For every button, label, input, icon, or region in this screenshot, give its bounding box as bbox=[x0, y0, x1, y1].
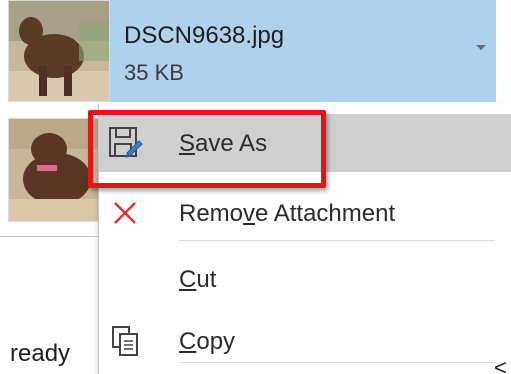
menu-item-cut[interactable]: Cut bbox=[99, 250, 511, 308]
save-as-icon bbox=[107, 125, 143, 161]
remove-x-icon bbox=[107, 195, 143, 231]
attachment-filename: DSCN9638.jpg bbox=[124, 22, 285, 49]
menu-item-remove-attachment[interactable]: Remove Attachment bbox=[99, 184, 511, 242]
attachment-item[interactable]: DSCN9638.jpg 35 KB bbox=[0, 0, 496, 102]
menu-separator bbox=[179, 240, 495, 241]
menu-item-label: Remove Attachment bbox=[179, 200, 396, 227]
attachment-size: 35 KB bbox=[124, 60, 184, 85]
menu-item-save-as[interactable]: Save As bbox=[99, 114, 511, 172]
menu-item-label: Save As bbox=[179, 130, 268, 157]
attachment-thumbnail-2[interactable] bbox=[8, 118, 110, 222]
attachment-thumbnail[interactable] bbox=[8, 0, 110, 102]
menu-item-label: Copy bbox=[179, 328, 236, 355]
context-menu: Save As Remove Attachment Cut Copy bbox=[98, 104, 511, 374]
menu-item-label: Cut bbox=[179, 266, 217, 293]
edge-glyph: < bbox=[494, 355, 507, 374]
divider bbox=[0, 236, 104, 237]
chevron-down-icon[interactable] bbox=[476, 45, 486, 50]
menu-separator bbox=[179, 362, 495, 363]
status-text: ready bbox=[10, 340, 71, 367]
copy-icon bbox=[107, 323, 143, 359]
attachment-info[interactable]: DSCN9638.jpg 35 KB bbox=[110, 0, 496, 102]
screen: DSCN9638.jpg 35 KB Save As Remove Attach… bbox=[0, 0, 511, 374]
